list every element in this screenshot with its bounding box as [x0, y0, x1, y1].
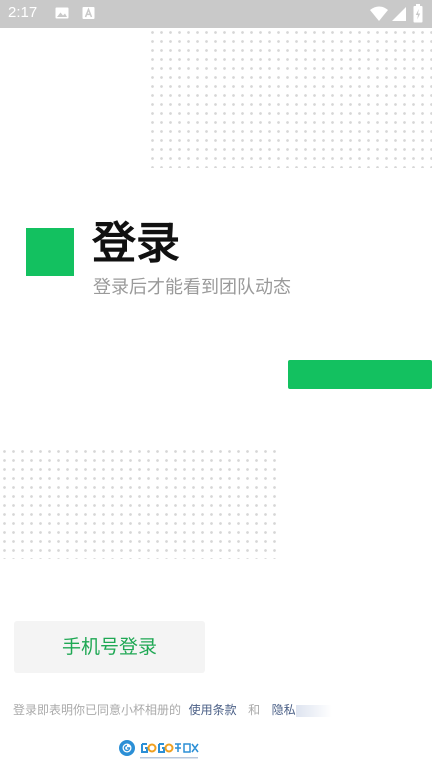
agreement-conjunction: 和	[248, 703, 261, 717]
status-time: 2:17	[8, 4, 38, 21]
image-icon	[55, 7, 69, 19]
gogo-watermark-logo	[119, 740, 199, 759]
dot-pattern-decoration	[148, 28, 432, 168]
status-bar: 2:17	[0, 0, 432, 28]
page-title: 登录	[92, 218, 180, 269]
battery-icon	[413, 4, 423, 23]
cellular-signal-icon	[392, 7, 406, 21]
app-logo-square	[26, 228, 74, 276]
a-icon	[82, 7, 95, 19]
dot-pattern-decoration	[0, 447, 282, 559]
agreement-text: 登录即表明你已同意小杯相册的 使用条款 和 隐私	[13, 702, 332, 718]
wifi-icon	[370, 6, 388, 21]
page-subtitle: 登录后才能看到团队动态	[93, 277, 291, 298]
privacy-policy-link[interactable]: 隐私	[272, 703, 296, 717]
agreement-prefix: 登录即表明你已同意小杯相册的	[13, 703, 182, 717]
terms-of-use-link[interactable]: 使用条款	[189, 703, 237, 717]
accent-bar-decoration	[288, 360, 432, 389]
text-fade-decoration	[295, 704, 332, 717]
phone-login-button[interactable]: 手机号登录	[14, 621, 205, 673]
